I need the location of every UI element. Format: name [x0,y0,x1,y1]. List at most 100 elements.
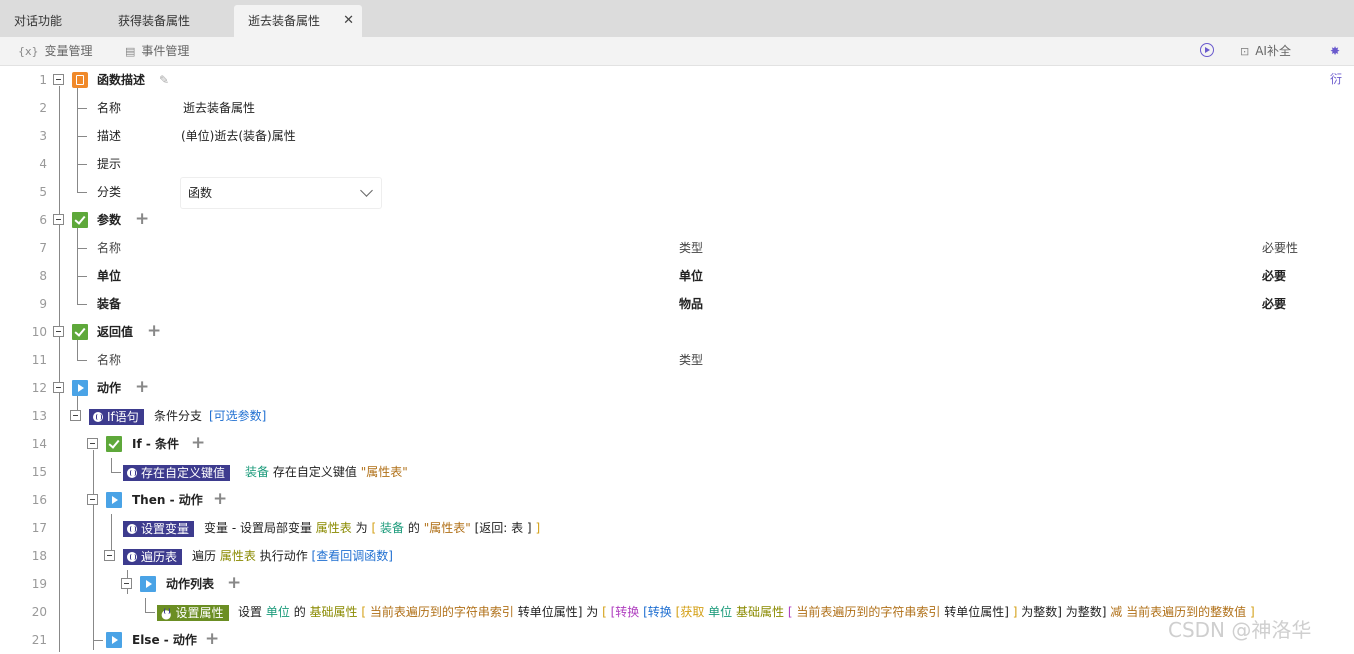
collapse-toggle[interactable] [121,578,132,589]
parameters-header: 参数 [97,213,122,227]
attribute-ref[interactable]: 基础属性 [736,605,784,619]
close-icon[interactable]: ✕ [343,5,354,37]
if-statement-label: If语句 [107,410,139,424]
set-variable-label: 设置变量 [141,522,190,536]
loop-expression[interactable]: 遍历 属性表 执行动作 [查看回调函数] [192,542,393,570]
collapse-toggle[interactable] [87,494,98,505]
event-manager-button[interactable]: ▤ 事件管理 [125,37,189,65]
ai-complete-button[interactable]: ⊡ AI补全 [1240,37,1291,65]
tree-guide [77,86,78,193]
expression-text: 为整数] [1065,605,1107,619]
line-number: 2 [39,101,47,115]
param-name[interactable]: 单位 [97,262,121,290]
add-condition-icon[interactable]: + [191,429,205,457]
line-number: 17 [31,521,47,535]
watermark: CSDN @神洛华 [1168,618,1312,642]
category-select[interactable]: 函数 [181,178,381,208]
tab-bar: 对话功能 获得装备属性 逝去装备属性 ✕ [0,0,1354,37]
robot-icon: ⊡ [1240,45,1250,58]
cut-button[interactable]: ✸ 衍 [1330,37,1354,86]
custom-key-exists-badge[interactable]: 存在自定义键值 [123,465,231,481]
run-icon[interactable] [1200,43,1214,57]
return-col-name: 名称 [97,353,122,367]
param-type[interactable]: 物品 [679,290,703,318]
if-statement-badge[interactable]: If语句 [89,409,144,425]
line-number: 20 [31,605,47,619]
tab-label: 逝去装备属性 [248,14,321,28]
function-icon [127,524,137,534]
description-value[interactable]: (单位)逝去(装备)属性 [181,122,296,150]
add-then-action-icon[interactable]: + [213,485,227,513]
collapse-toggle[interactable] [53,214,64,225]
pencil-icon[interactable]: ✎ [159,66,169,94]
tab-dialog-function[interactable]: 对话功能 [14,5,62,37]
collapse-toggle[interactable] [53,382,64,393]
add-return-icon[interactable]: + [147,317,161,345]
line-number: 14 [31,437,47,451]
bracket: [ [361,605,367,619]
hint-label: 提示 [97,157,122,171]
operator[interactable]: 减 [1110,605,1122,619]
bracket: [ [787,605,793,619]
convert-call[interactable]: [转换 [611,605,640,619]
loop-table-badge[interactable]: 遍历表 [123,549,183,565]
bracket: ] [535,521,541,535]
param-required[interactable]: 必要 [1262,262,1286,290]
line-number: 1 [39,73,47,87]
view-callback-link[interactable]: [查看回调函数] [312,549,393,563]
convert-call[interactable]: [转换 [643,605,672,619]
tab-lose-equipment-attr[interactable]: 逝去装备属性 ✕ [234,5,362,37]
set-attribute-expression[interactable]: 设置 单位 的 基础属性 [ 当前表遍历到的字符串索引 转单位属性] 为 [ [… [238,598,1255,626]
return-col-type: 类型 [679,353,704,367]
collapse-toggle[interactable] [87,438,98,449]
tree-guide [59,86,60,652]
string-literal[interactable]: "属性表" [361,465,408,479]
set-variable-expression[interactable]: 变量 - 设置局部变量 属性表 为 [ 装备 的 "属性表" [返回: 表 ] … [204,514,540,542]
custom-key-exists-label: 存在自定义键值 [141,466,226,480]
attribute-ref[interactable]: 基础属性 [310,605,358,619]
collapse-toggle[interactable] [53,326,64,337]
param-type[interactable]: 单位 [679,262,703,290]
collapse-toggle[interactable] [53,74,64,85]
collapse-toggle[interactable] [104,550,115,561]
param-name[interactable]: 装备 [97,290,121,318]
param-ref[interactable]: 装备 [245,465,269,479]
name-value[interactable]: 逝去装备属性 [183,94,255,122]
string-literal[interactable]: "属性表" [424,521,471,535]
variable-manager-button[interactable]: {x} 变量管理 [18,37,93,65]
variable-ref[interactable]: 属性表 [220,549,256,563]
tree-guide [77,360,87,361]
param-ref[interactable]: 单位 [708,605,732,619]
condition-expression[interactable]: 装备 存在自定义键值 "属性表" [245,458,408,486]
function-icon [93,412,103,422]
line-number: 15 [31,465,47,479]
tree-guide [77,276,87,277]
tree-guide [111,514,112,554]
param-ref[interactable]: 装备 [380,521,404,535]
add-list-action-icon[interactable]: + [227,569,241,597]
param-required[interactable]: 必要 [1262,290,1286,318]
expression-text: 转单位属性] [944,605,1009,619]
return-value-icon [72,324,88,340]
optional-params-link[interactable]: [可选参数] [209,402,266,430]
loop-key-ref[interactable]: 当前表遍历到的字符串索引 [370,605,514,619]
param-ref[interactable]: 单位 [266,605,290,619]
toolbar: {x} 变量管理 ▤ 事件管理 ⊡ AI补全 ✸ 衍 [0,37,1354,86]
tree-guide [77,226,78,305]
get-call[interactable]: [获取 [676,605,705,619]
tree-guide [145,612,155,613]
set-attribute-badge[interactable]: ● 设置属性 [157,605,229,621]
collapse-toggle[interactable] [70,410,81,421]
loop-key-ref[interactable]: 当前表遍历到的字符串索引 [796,605,940,619]
tab-get-equipment-attr[interactable]: 获得装备属性 [118,5,190,37]
add-else-action-icon[interactable]: + [205,625,219,653]
add-parameter-icon[interactable]: + [135,205,149,233]
line-number: 4 [39,157,47,171]
variable-ref[interactable]: 属性表 [316,521,352,535]
add-action-icon[interactable]: + [135,373,149,401]
expression-text: 变量 - 设置局部变量 [204,521,312,535]
variable-manager-label: 变量管理 [44,44,93,58]
expression-text: 转单位属性] [517,605,583,619]
line-number: 8 [39,269,47,283]
set-variable-badge[interactable]: 设置变量 [123,521,195,537]
